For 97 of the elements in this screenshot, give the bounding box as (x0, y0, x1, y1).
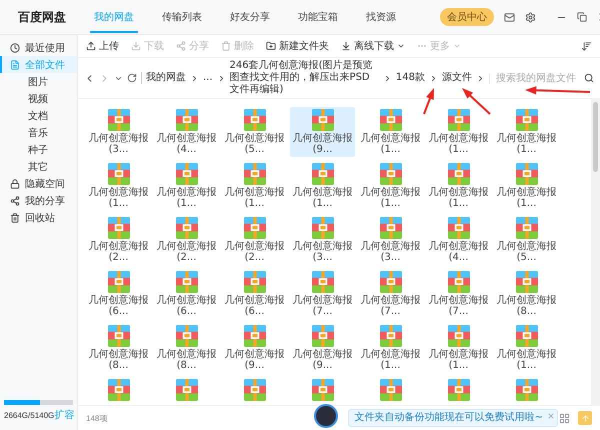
file-name: 几何创意海报 (1... (292, 188, 354, 209)
sidebar-subitem[interactable]: 种子 (0, 141, 77, 158)
breadcrumb-link[interactable]: 我的网盘 (146, 72, 186, 84)
sidebar-subitem[interactable]: 视频 (0, 90, 77, 107)
toolbar-button[interactable]: 新建文件夹 (266, 39, 329, 53)
file-item[interactable]: 几何创意海报 (8... (154, 323, 219, 373)
file-name: 几何创意海报 (1... (428, 350, 490, 371)
file-name: 几何创意海报 (1... (428, 188, 490, 209)
file-item[interactable]: 几何创意海报 (6... (86, 269, 151, 319)
file-item[interactable]: 几何创意海报 (9... (222, 323, 287, 373)
file-item[interactable]: 几何创意海报 (6... (222, 269, 287, 319)
file-item[interactable]: 几何创意海报 (1... (358, 323, 423, 373)
file-item[interactable]: 几何创意海报 (1... (494, 161, 559, 211)
file-item[interactable]: 几何创意海报 (5... (222, 107, 287, 157)
file-name: 几何创意海报 (1... (360, 188, 422, 209)
file-name: 几何创意海报 (8... (496, 296, 558, 317)
sidebar-subitem[interactable]: 音乐 (0, 124, 77, 141)
file-item[interactable]: 几何创意海报 (1... (494, 107, 559, 157)
file-item[interactable]: 几何创意海报 (7... (426, 269, 491, 319)
nav-tab[interactable]: 找资源 (362, 1, 400, 33)
item-count: 148项 (86, 412, 108, 424)
file-name: 几何创意海报 (3... (292, 242, 354, 263)
sidebar-item[interactable]: 回收站 (0, 209, 77, 226)
file-name: 几何创意海报 (9... (292, 134, 354, 155)
sidebar-subitem[interactable]: 其它 (0, 158, 77, 175)
file-name: 几何创意海报 (4... (428, 242, 490, 263)
member-center-button[interactable]: 会员中心 (440, 8, 494, 26)
file-name: 几何创意海报 (2... (88, 242, 150, 263)
file-name: 几何创意海报 (1... (224, 188, 286, 209)
sidebar-item[interactable]: 最近使用 (0, 39, 77, 56)
file-name: 几何创意海报 (2... (156, 242, 218, 263)
sidebar-subitem[interactable]: 文档 (0, 107, 77, 124)
file-name: 几何创意海报 (1... (496, 188, 558, 209)
file-item[interactable]: 几何创意海报 (9... (290, 107, 355, 157)
file-item[interactable]: 几何创意海报 (8... (494, 269, 559, 319)
file-item[interactable]: 几何创意海报 (1... (426, 323, 491, 373)
file-name: 几何创意海报 (1... (156, 188, 218, 209)
nav-tab[interactable]: 传输列表 (158, 1, 206, 33)
file-name: 几何创意海报 (8... (156, 350, 218, 371)
file-name: 几何创意海报 (1... (428, 134, 490, 155)
nav-tab[interactable]: 功能宝箱 (294, 1, 342, 33)
file-name: 几何创意海报 (1... (496, 134, 558, 155)
file-item[interactable]: 几何创意海报 (1... (290, 161, 355, 211)
file-name: 几何创意海报 (6... (156, 296, 218, 317)
sidebar-subitem[interactable]: 图片 (0, 73, 77, 90)
file-name: 几何创意海报 (1... (360, 350, 422, 371)
sidebar-item[interactable]: 我的分享 (0, 192, 77, 209)
file-name: 几何创意海报 (1... (360, 134, 422, 155)
file-name: 几何创意海报 (6... (224, 296, 286, 317)
file-name: 几何创意海报 (7... (360, 296, 422, 317)
file-name: 几何创意海报 (7... (428, 296, 490, 317)
file-name: 几何创意海报 (1... (496, 350, 558, 371)
file-item[interactable]: 几何创意海报 (7... (290, 269, 355, 319)
breadcrumb-link[interactable]: ... (203, 72, 213, 84)
file-name: 几何创意海报 (5... (224, 134, 286, 155)
file-item[interactable]: 几何创意海报 (6... (154, 269, 219, 319)
file-item[interactable]: 几何创意海报 (3... (86, 107, 151, 157)
breadcrumb-link[interactable]: 源文件 (442, 72, 472, 84)
file-item[interactable]: 几何创意海报 (1... (222, 161, 287, 211)
file-item[interactable]: 几何创意海报 (4... (426, 215, 491, 265)
file-item[interactable]: 几何创意海报 (1... (86, 161, 151, 211)
app-name: 百度网盘 (18, 8, 66, 26)
file-item[interactable]: 几何创意海报 (1... (494, 323, 559, 373)
nav-tab[interactable]: 好友分享 (226, 1, 274, 33)
notice-text: 文件夹自动备份功能现在可以免费试用啦~ (354, 412, 543, 424)
file-name: 几何创意海报 (3... (88, 134, 150, 155)
file-item[interactable]: 几何创意海报 (7... (358, 269, 423, 319)
file-name: 几何创意海报 (6... (88, 296, 150, 317)
file-name: 几何创意海报 (2... (224, 242, 286, 263)
file-item[interactable]: 几何创意海报 (2... (154, 215, 219, 265)
file-item[interactable]: 几何创意海报 (3... (290, 215, 355, 265)
file-name: 几何创意海报 (1... (88, 188, 150, 209)
file-item[interactable]: 几何创意海报 (2... (86, 215, 151, 265)
file-name: 几何创意海报 (4... (156, 134, 218, 155)
file-item[interactable]: 几何创意海报 (8... (86, 323, 151, 373)
file-item[interactable]: 几何创意海报 (5... (494, 215, 559, 265)
file-name: 几何创意海报 (7... (292, 296, 354, 317)
toolbar-button[interactable]: 上传 (86, 39, 119, 53)
file-item[interactable]: 几何创意海报 (1... (154, 161, 219, 211)
breadcrumb-link[interactable]: 246套几何创意海报(图片是预览图查找文件用的，解压出来PSD文件再编辑) (230, 60, 379, 96)
file-name: 几何创意海报 (9... (292, 350, 354, 371)
file-item[interactable]: 几何创意海报 (3... (358, 215, 423, 265)
sidebar-item[interactable]: 隐藏空间 (0, 175, 77, 192)
file-item[interactable]: 几何创意海报 (1... (426, 161, 491, 211)
file-item[interactable]: 几何创意海报 (9... (290, 323, 355, 373)
file-name: 几何创意海报 (9... (224, 350, 286, 371)
file-name: 几何创意海报 (3... (360, 242, 422, 263)
file-item[interactable]: 几何创意海报 (4... (154, 107, 219, 157)
file-item[interactable]: 几何创意海报 (1... (358, 161, 423, 211)
file-item[interactable]: 几何创意海报 (1... (426, 107, 491, 157)
breadcrumb-link[interactable]: 148款 (396, 72, 425, 84)
file-name: 几何创意海报 (8... (88, 350, 150, 371)
file-item[interactable]: 几何创意海报 (2... (222, 215, 287, 265)
storage-text: 2664G/5140G (4, 410, 54, 420)
file-item[interactable]: 几何创意海报 (1... (358, 107, 423, 157)
toolbar-button[interactable]: 离线下载 (341, 39, 405, 53)
file-name: 几何创意海报 (5... (496, 242, 558, 263)
